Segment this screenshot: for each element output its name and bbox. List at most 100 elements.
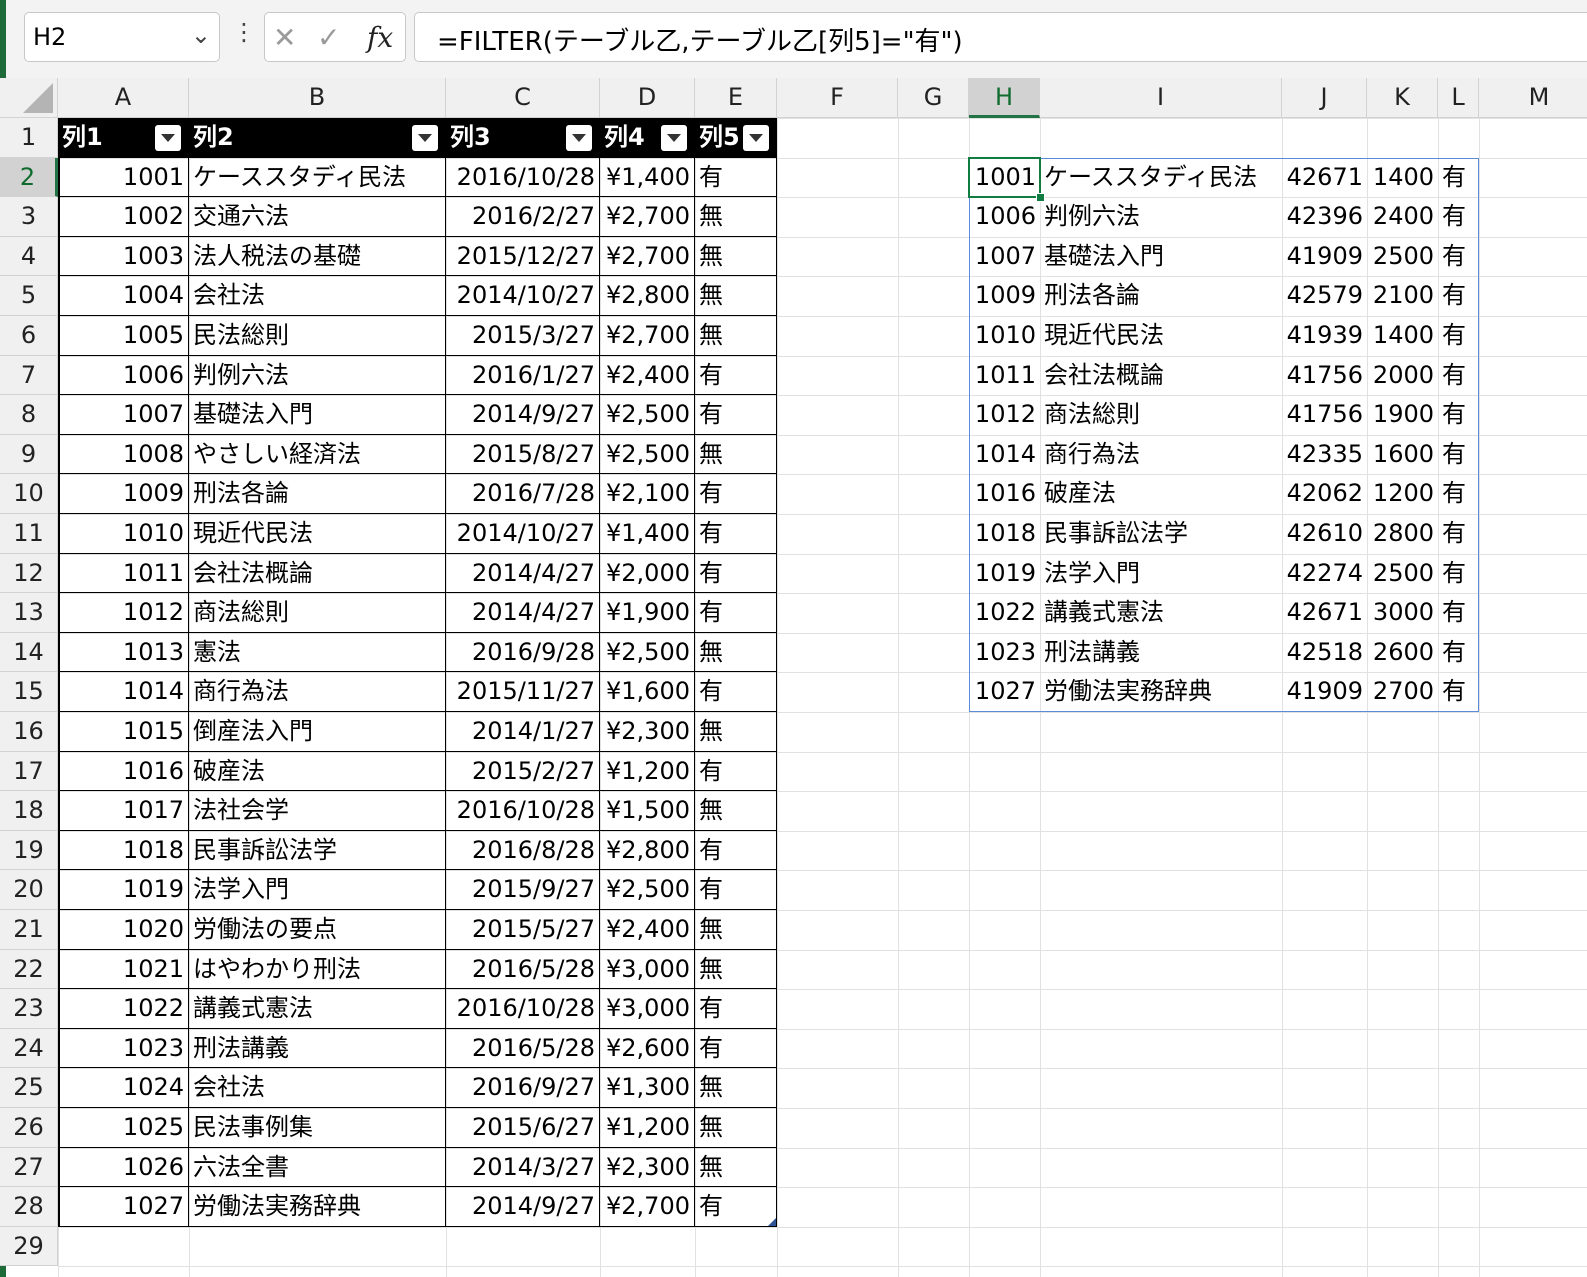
table-cell[interactable]: 憲法: [189, 632, 446, 673]
table-cell[interactable]: ¥2,500: [600, 434, 695, 475]
table-cell[interactable]: 破産法: [189, 751, 446, 792]
table-cell[interactable]: 1005: [58, 316, 189, 356]
table-cell[interactable]: 1018: [58, 830, 189, 871]
table-cell[interactable]: ¥2,700: [600, 236, 695, 277]
row-header-28[interactable]: 28: [0, 1187, 58, 1227]
row-header-4[interactable]: 4: [0, 236, 58, 277]
row-header-6[interactable]: 6: [0, 316, 58, 356]
column-header-a[interactable]: A: [58, 78, 189, 118]
table-cell[interactable]: 無: [695, 197, 777, 237]
row-header-7[interactable]: 7: [0, 355, 58, 396]
table-cell[interactable]: 有: [695, 1187, 777, 1227]
column-header-i[interactable]: I: [1040, 78, 1282, 118]
table-cell[interactable]: 2016/2/27: [446, 197, 600, 237]
table-cell[interactable]: 1013: [58, 632, 189, 673]
table-cell[interactable]: ¥1,400: [600, 514, 695, 554]
table-header-col4[interactable]: 列4: [600, 118, 695, 158]
row-header-16[interactable]: 16: [0, 712, 58, 752]
filter-dropdown-icon[interactable]: [412, 125, 438, 151]
table-header-col5[interactable]: 列5: [695, 118, 777, 158]
table-cell[interactable]: 2016/1/27: [446, 355, 600, 396]
row-header-21[interactable]: 21: [0, 910, 58, 950]
table-cell[interactable]: 会社法概論: [189, 553, 446, 594]
table-cell[interactable]: 倒産法入門: [189, 712, 446, 752]
table-cell[interactable]: 2016/5/28: [446, 1028, 600, 1069]
table-cell[interactable]: 法学入門: [189, 870, 446, 910]
table-cell[interactable]: 無: [695, 316, 777, 356]
table-cell[interactable]: ¥1,200: [600, 751, 695, 792]
table-cell[interactable]: 民法総則: [189, 316, 446, 356]
table-cell[interactable]: ¥2,400: [600, 355, 695, 396]
table-cell[interactable]: 1011: [58, 553, 189, 594]
table-cell[interactable]: ¥2,400: [600, 910, 695, 950]
table-cell[interactable]: ¥3,000: [600, 989, 695, 1029]
name-box[interactable]: H2 ⌄: [24, 12, 220, 62]
table-cell[interactable]: 有: [695, 751, 777, 792]
table-cell[interactable]: 民法事例集: [189, 1108, 446, 1148]
table-cell[interactable]: 2016/9/27: [446, 1068, 600, 1108]
row-header-22[interactable]: 22: [0, 949, 58, 990]
column-header-d[interactable]: D: [600, 78, 695, 118]
table-cell[interactable]: 商法総則: [189, 593, 446, 633]
column-header-b[interactable]: B: [189, 78, 446, 118]
row-header-29[interactable]: 29: [0, 1226, 58, 1267]
table-cell[interactable]: 1001: [58, 157, 189, 198]
table-cell[interactable]: ¥1,300: [600, 1068, 695, 1108]
column-header-m[interactable]: M: [1479, 78, 1587, 118]
column-header-e[interactable]: E: [695, 78, 777, 118]
fx-icon[interactable]: fx: [367, 21, 393, 54]
table-cell[interactable]: 2014/9/27: [446, 395, 600, 435]
table-cell[interactable]: 有: [695, 1028, 777, 1069]
table-cell[interactable]: 1012: [58, 593, 189, 633]
table-cell[interactable]: ¥2,600: [600, 1028, 695, 1069]
table-cell[interactable]: 刑法講義: [189, 1028, 446, 1069]
row-header-14[interactable]: 14: [0, 632, 58, 673]
row-header-8[interactable]: 8: [0, 395, 58, 435]
row-header-19[interactable]: 19: [0, 830, 58, 871]
table-cell[interactable]: 2014/10/27: [446, 276, 600, 316]
filter-dropdown-icon[interactable]: [661, 125, 687, 151]
worksheet-grid[interactable]: A B C D E F G H I J K L M 1 2 3 4 5 6 7 8 9 10 11 12 13 14 15 16 17 18…: [0, 78, 1587, 1277]
table-cell[interactable]: 1023: [58, 1028, 189, 1069]
table-cell[interactable]: ¥2,500: [600, 632, 695, 673]
active-cell-h2[interactable]: [968, 156, 1041, 199]
table-cell[interactable]: 2016/10/28: [446, 989, 600, 1029]
table-cell[interactable]: 有: [695, 157, 777, 198]
table-cell[interactable]: 無: [695, 1068, 777, 1108]
row-header-27[interactable]: 27: [0, 1147, 58, 1188]
table-cell[interactable]: ケーススタディ民法: [189, 157, 446, 198]
column-header-f[interactable]: F: [777, 78, 898, 118]
table-cell[interactable]: ¥1,500: [600, 791, 695, 831]
table-cell[interactable]: ¥1,900: [600, 593, 695, 633]
table-cell[interactable]: 有: [695, 553, 777, 594]
table-cell[interactable]: 会社法: [189, 1068, 446, 1108]
filter-dropdown-icon[interactable]: [743, 125, 769, 151]
table-cell[interactable]: 1015: [58, 712, 189, 752]
table-cell[interactable]: 1004: [58, 276, 189, 316]
table-cell[interactable]: 2014/4/27: [446, 553, 600, 594]
table-cell[interactable]: 2016/10/28: [446, 791, 600, 831]
checkmark-icon[interactable]: ✓: [317, 21, 340, 54]
table-cell[interactable]: 2016/8/28: [446, 830, 600, 871]
row-header-12[interactable]: 12: [0, 553, 58, 594]
row-header-2[interactable]: 2: [0, 157, 58, 198]
table-cell[interactable]: 商行為法: [189, 672, 446, 712]
table-cell[interactable]: 無: [695, 1108, 777, 1148]
table-cell[interactable]: 有: [695, 672, 777, 712]
table-cell[interactable]: 2015/11/27: [446, 672, 600, 712]
table-cell[interactable]: 無: [695, 712, 777, 752]
table-cell[interactable]: 1006: [58, 355, 189, 396]
table-cell[interactable]: 1008: [58, 434, 189, 475]
table-cell[interactable]: ¥2,700: [600, 1187, 695, 1227]
table-header-col3[interactable]: 列3: [446, 118, 600, 158]
table-cell[interactable]: 現近代民法: [189, 514, 446, 554]
table-cell[interactable]: 無: [695, 236, 777, 277]
table-cell[interactable]: 2014/4/27: [446, 593, 600, 633]
table-cell[interactable]: 交通六法: [189, 197, 446, 237]
column-header-k[interactable]: K: [1367, 78, 1438, 118]
more-vertical-icon[interactable]: ⋮: [232, 18, 256, 46]
table-cell[interactable]: 2015/3/27: [446, 316, 600, 356]
table-cell[interactable]: 六法全書: [189, 1147, 446, 1188]
table-cell[interactable]: 1002: [58, 197, 189, 237]
table-cell[interactable]: 会社法: [189, 276, 446, 316]
